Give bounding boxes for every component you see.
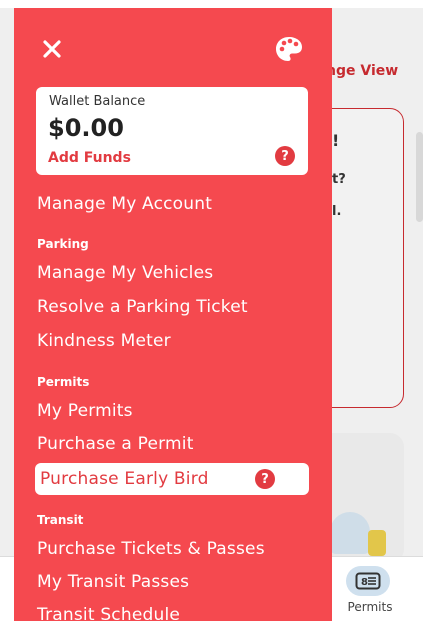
tab-permits[interactable]: 8 Permits bbox=[340, 558, 400, 618]
section-title-parking: Parking bbox=[37, 237, 89, 251]
menu-item-purchase-early-bird[interactable]: Purchase Early Bird ? bbox=[35, 463, 309, 495]
menu-item-transit-schedule[interactable]: Transit Schedule bbox=[37, 605, 180, 621]
menu-item-purchase-permit[interactable]: Purchase a Permit bbox=[37, 434, 194, 454]
scrollbar[interactable] bbox=[416, 132, 423, 222]
alert-text-fragment-3: l. bbox=[332, 204, 342, 219]
early-bird-help-icon[interactable]: ? bbox=[255, 469, 275, 489]
wallet-balance-amount: $0.00 bbox=[48, 114, 124, 142]
navigation-drawer: Wallet Balance $0.00 Add Funds ? Manage … bbox=[14, 8, 332, 621]
palette-icon[interactable] bbox=[272, 33, 306, 65]
tab-permits-label: Permits bbox=[347, 600, 393, 614]
permit-card-icon: 8 bbox=[346, 566, 390, 596]
illustration-shape bbox=[330, 512, 370, 554]
wallet-help-icon[interactable]: ? bbox=[275, 146, 295, 166]
alert-text-fragment-2: t? bbox=[332, 172, 346, 187]
menu-item-manage-account[interactable]: Manage My Account bbox=[37, 194, 212, 214]
menu-item-my-transit-passes[interactable]: My Transit Passes bbox=[37, 572, 189, 592]
section-title-transit: Transit bbox=[37, 513, 84, 527]
menu-item-purchase-tickets[interactable]: Purchase Tickets & Passes bbox=[37, 539, 265, 559]
alert-text-fragment-1: ! bbox=[332, 131, 340, 150]
menu-item-kindness-meter[interactable]: Kindness Meter bbox=[37, 331, 171, 351]
menu-item-resolve-ticket[interactable]: Resolve a Parking Ticket bbox=[37, 297, 248, 317]
add-funds-button[interactable]: Add Funds bbox=[48, 150, 131, 166]
illustration-shape bbox=[368, 530, 386, 556]
svg-text:8: 8 bbox=[361, 577, 368, 588]
wallet-balance-card: Wallet Balance $0.00 Add Funds ? bbox=[36, 87, 308, 175]
section-title-permits: Permits bbox=[37, 375, 90, 389]
menu-item-my-permits[interactable]: My Permits bbox=[37, 401, 133, 421]
menu-item-manage-vehicles[interactable]: Manage My Vehicles bbox=[37, 263, 213, 283]
early-bird-label: Purchase Early Bird bbox=[40, 469, 209, 489]
wallet-balance-label: Wallet Balance bbox=[49, 94, 146, 109]
change-view-link[interactable]: nge View bbox=[326, 63, 398, 79]
close-icon[interactable] bbox=[37, 34, 67, 64]
